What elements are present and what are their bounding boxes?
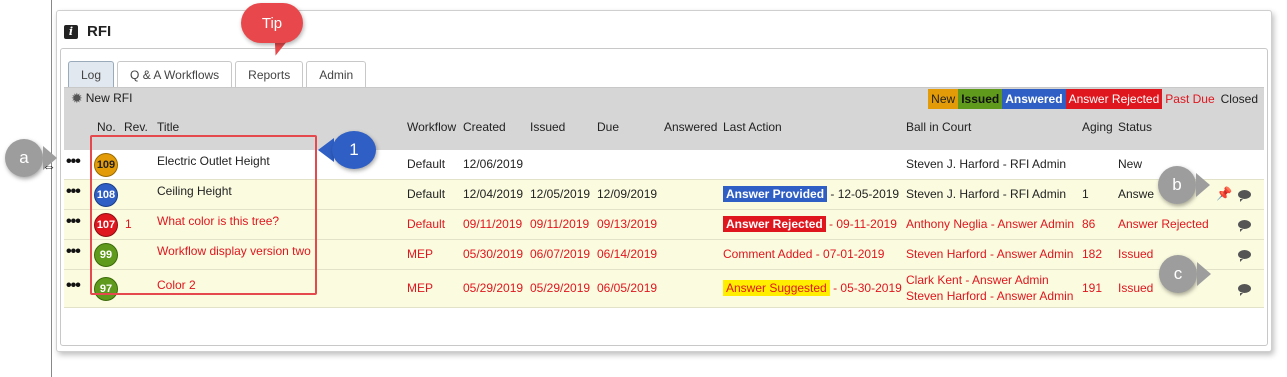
callout-b-pointer [1196,173,1210,197]
callout-b: b [1158,166,1196,204]
tab-reports[interactable]: Reports [235,61,304,88]
column-header-rev[interactable]: Rev. [124,120,148,134]
aging-cell: 1 [1082,187,1089,201]
column-header-answered[interactable]: Answered [664,120,717,134]
ball-in-court-cell: Steven J. Harford - RFI Admin [906,157,1067,171]
legend-closed: Closed [1220,92,1258,106]
more-actions-icon[interactable]: ••• [66,153,81,171]
column-header-status[interactable]: Status [1118,120,1152,134]
last-action-date: - 09-11-2019 [829,217,897,231]
ball-in-court-cell: Steven Harford - Answer Admin [906,247,1074,261]
tab-log[interactable]: Log [68,61,115,88]
issued-cell: 09/11/2019 [530,217,590,231]
due-cell: 12/09/2019 [597,187,658,201]
column-header-no[interactable]: No. [97,120,116,134]
status-cell: Issued [1118,247,1154,261]
comment-icon[interactable] [1238,220,1251,232]
created-cell: 12/04/2019 [463,187,524,201]
due-cell: 06/14/2019 [597,247,658,261]
ball-in-court-cell: Clark Kent - Answer Admin [906,273,1049,287]
callout-c-pointer [1197,262,1211,286]
issued-cell: 12/05/2019 [530,187,591,201]
ball-in-court-cell: Steven J. Harford - RFI Admin [906,187,1067,201]
aging-cell: 86 [1082,217,1096,231]
callout-c: c [1159,255,1197,293]
comment-icon[interactable] [1238,250,1251,262]
column-header-last-action[interactable]: Last Action [723,120,782,134]
tab-admin[interactable]: Admin [306,61,367,88]
created-cell: 05/30/2019 [463,247,524,261]
due-cell: 09/13/2019 [597,217,658,231]
page-title: RFI [87,23,112,40]
column-header-aging[interactable]: Aging [1082,120,1113,134]
workflow-cell: Default [407,187,446,201]
cursor-icon: ⇔ [42,158,56,174]
legend-answered: Answered [1002,89,1066,109]
legend-answer-rejected: Answer Rejected [1065,89,1163,109]
last-action-date: - 05-30-2019 [833,281,902,295]
last-action-date: - 12-05-2019 [830,187,900,201]
status-legend: New Issued Answered Answer Rejected Past… [928,89,1261,109]
comment-icon[interactable] [1238,284,1251,296]
info-icon[interactable]: i [64,24,78,39]
created-cell: 09/11/2019 [463,217,523,231]
panel-header: i RFI [64,23,111,40]
tab-qa-workflows[interactable]: Q & A Workflows [117,61,233,88]
issued-cell: 06/07/2019 [530,247,591,261]
last-action-cell: Comment Added - 07-01-2019 [723,247,885,261]
workflow-cell: Default [407,157,446,171]
page-left-border [51,0,52,377]
workflow-cell: MEP [407,247,434,261]
callout-1: 1 [332,131,376,169]
column-header-due[interactable]: Due [597,120,619,134]
highlight-box [90,135,317,295]
legend-issued: Issued [958,89,1003,109]
last-action-badge: Answer Rejected [723,216,826,232]
more-actions-icon[interactable]: ••• [66,183,81,201]
gear-icon: ✹ [71,90,83,106]
workflow-cell: Default [407,217,446,231]
ball-in-court-cell: Anthony Neglia - Answer Admin [906,217,1075,231]
column-header-created[interactable]: Created [463,120,506,134]
aging-cell: 182 [1082,247,1103,261]
legend-new: New [928,89,959,109]
tip-bubble: Tip [241,3,303,43]
status-cell: Answe [1118,187,1155,201]
issued-cell: 05/29/2019 [530,281,591,295]
last-action-cell: Answer Suggested - 05-30-2019 [723,280,902,296]
column-header-issued[interactable]: Issued [530,120,565,134]
aging-cell: 191 [1082,281,1103,295]
due-cell: 06/05/2019 [597,281,658,295]
new-rfi-button[interactable]: ✹ New RFI [71,91,132,105]
column-header-title[interactable]: Title [157,120,179,134]
last-action-badge: Answer Suggested [723,280,830,296]
workflow-cell: MEP [407,281,434,295]
legend-past-due: Past Due [1165,92,1215,106]
more-actions-icon[interactable]: ••• [66,213,81,231]
last-action-badge: Answer Provided [723,186,828,202]
pin-icon[interactable]: 📌 [1216,186,1232,202]
ball-in-court-cell-2: Steven Harford - Answer Admin [906,289,1074,303]
column-header-ball-in-court[interactable]: Ball in Court [906,120,971,134]
more-actions-icon[interactable]: ••• [66,277,81,295]
column-header-workflow[interactable]: Workflow [407,120,456,134]
status-cell: New [1118,157,1143,171]
new-rfi-label: New RFI [85,91,133,105]
callout-a: a [5,139,43,177]
status-cell: Answer Rejected [1118,217,1209,231]
created-cell: 05/29/2019 [463,281,524,295]
more-actions-icon[interactable]: ••• [66,243,81,261]
last-action-cell: Answer Rejected - 09-11-2019 [723,216,897,232]
comment-icon[interactable] [1238,190,1251,202]
status-cell: Issued [1118,281,1154,295]
created-cell: 12/06/2019 [463,157,524,171]
tab-bar: Log Q & A Workflows Reports Admin [68,61,369,88]
last-action-cell: Answer Provided - 12-05-2019 [723,186,900,202]
